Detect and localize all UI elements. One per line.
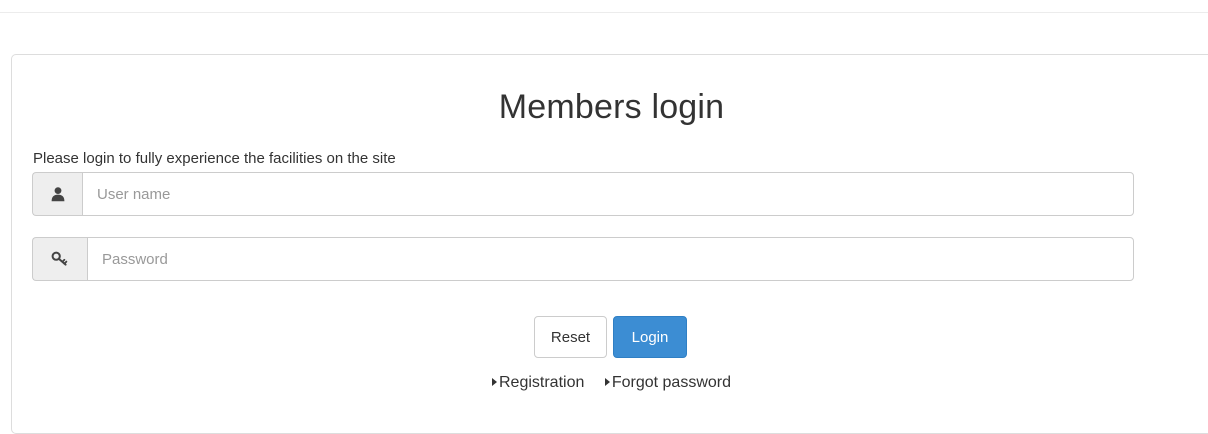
forgot-password-label: Forgot password xyxy=(611,374,731,391)
password-group xyxy=(32,237,1134,281)
top-divider xyxy=(0,12,1208,13)
auth-links: Registration Forgot password xyxy=(0,374,1208,392)
forgot-password-link[interactable]: Forgot password xyxy=(604,374,731,392)
login-button[interactable]: Login xyxy=(613,316,687,358)
login-subtitle: Please login to fully experience the fac… xyxy=(33,150,396,167)
username-input[interactable] xyxy=(82,172,1134,216)
username-addon xyxy=(32,172,82,216)
username-group xyxy=(32,172,1134,216)
registration-label: Registration xyxy=(499,374,585,391)
reset-button[interactable]: Reset xyxy=(534,316,607,358)
key-icon xyxy=(51,251,68,266)
caret-right-icon xyxy=(604,378,610,386)
password-addon xyxy=(32,237,87,281)
password-input[interactable] xyxy=(87,237,1134,281)
registration-link[interactable]: Registration xyxy=(492,374,584,392)
page-title: Members login xyxy=(498,88,725,126)
caret-right-icon xyxy=(492,378,497,386)
user-icon xyxy=(51,187,64,202)
